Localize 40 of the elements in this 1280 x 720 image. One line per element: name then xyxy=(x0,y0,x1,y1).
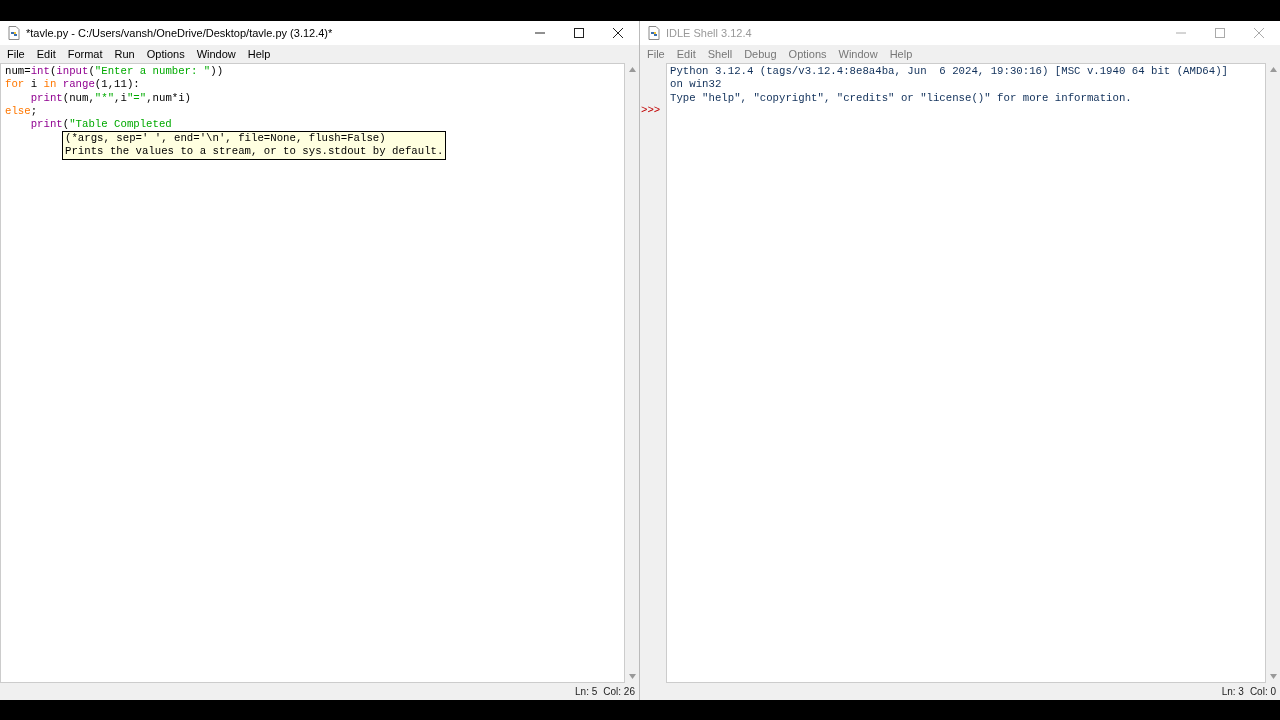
menu-item[interactable]: Edit xyxy=(30,45,62,63)
code-line: else; xyxy=(5,104,38,119)
menu-item[interactable]: Window xyxy=(190,45,242,63)
python-file-icon xyxy=(8,26,20,40)
output-line: on win32 xyxy=(670,78,722,92)
line-number-status: Ln: 5 xyxy=(575,685,598,699)
menu-item[interactable]: Help xyxy=(241,45,277,63)
close-icon[interactable] xyxy=(613,28,623,38)
shell-prompt: >>> xyxy=(641,104,661,116)
window-title: *tavle.py - C:/Users/vansh/OneDrive/Desktop/tavle.py (3.12.4)* xyxy=(26,25,333,41)
calltip-text: Prints the values to a stream, or to sys.stdout by default. xyxy=(65,145,444,159)
maximize-icon[interactable] xyxy=(574,28,584,38)
menu-item[interactable]: Format xyxy=(61,45,109,63)
menu-item[interactable]: Help xyxy=(883,45,919,63)
scroll-down-icon[interactable] xyxy=(1269,674,1277,679)
menu-item[interactable]: File xyxy=(641,45,671,63)
menu-item[interactable]: Edit xyxy=(670,45,702,63)
shell-output[interactable]: Python 3.12.4 (tags/v3.12.4:8e8a4ba, Jun 6 2024, 19:30:16) [MSC v.1940 64 bit (AMD64)] on win32 Type "help", "copyright", "credits" or "license()" for more information. xyxy=(666,63,1266,683)
code-line: for i in range(1,11): xyxy=(5,78,140,92)
menu-item[interactable]: Debug xyxy=(738,45,783,63)
scroll-down-icon[interactable] xyxy=(628,674,636,679)
code-line: print(num,"*",i"=",num*i) xyxy=(29,91,192,105)
menu-item[interactable]: Options xyxy=(140,45,191,63)
scroll-up-icon[interactable] xyxy=(628,67,636,72)
menu-item[interactable]: Run xyxy=(108,45,141,63)
menu-item[interactable]: Options xyxy=(782,45,833,63)
output-line: Python 3.12.4 (tags/v3.12.4:8e8a4ba, Jun 6 2024, 19:30:16) [MSC v.1940 64 bit (AMD64)] xyxy=(670,65,1228,79)
code-line: print("Table Completed xyxy=(29,118,172,132)
column-status: Col: 0 xyxy=(1249,685,1276,699)
code-line: num=int(input("Enter a number: ")) xyxy=(5,65,224,79)
menu-item[interactable]: File xyxy=(1,45,31,63)
calltip-text: (*args, sep=' ', end='\n', file=None, flush=False) xyxy=(65,132,387,146)
line-number-status: Ln: 3 xyxy=(1221,685,1244,699)
output-line: Type "help", "copyright", "credits" or "license()" for more information. xyxy=(670,91,1132,105)
scroll-up-icon[interactable] xyxy=(1269,67,1277,72)
menu-item[interactable]: Shell xyxy=(701,45,739,63)
python-file-icon xyxy=(648,26,660,40)
menu-item[interactable]: Window xyxy=(832,45,884,63)
window-title: IDLE Shell 3.12.4 xyxy=(666,25,752,41)
column-status: Col: 26 xyxy=(603,685,635,699)
